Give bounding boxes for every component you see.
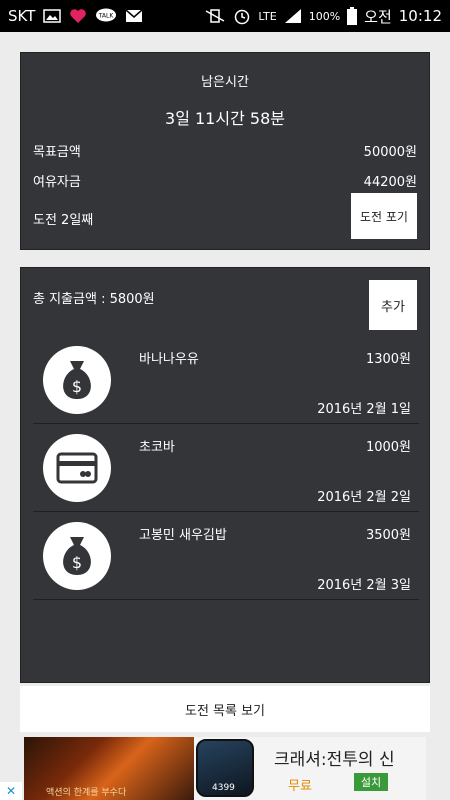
- expense-list-item[interactable]: 초코바 1000원 2016년 2월 2일: [33, 424, 419, 512]
- ad-install-button[interactable]: 설치: [354, 773, 388, 791]
- svg-text:$: $: [72, 377, 82, 396]
- expense-date: 2016년 2월 2일: [317, 490, 411, 505]
- ad-title: 크래셔:전투의 신: [274, 750, 395, 770]
- credit-card-icon: [43, 434, 111, 502]
- clock-label: 10:12: [398, 7, 442, 25]
- target-amount-label: 목표금액: [33, 145, 81, 160]
- alarm-icon: [233, 7, 251, 25]
- status-bar: SKT TALK LTE 100% 오전 10:12: [0, 0, 450, 32]
- expense-list-item[interactable]: $ 바나나우유 1300원 2016년 2월 1일: [33, 336, 419, 424]
- remaining-time-label: 남은시간: [201, 75, 249, 90]
- expense-date: 2016년 2월 1일: [317, 402, 411, 417]
- network-type-label: LTE: [258, 9, 277, 23]
- challenge-day-label: 도전 2일째: [33, 213, 94, 228]
- ad-price-label: 무료: [288, 779, 312, 794]
- spare-funds-label: 여유자금: [33, 175, 81, 190]
- challenge-summary-card: 남은시간 3일 11시간 58분 목표금액 50000원 여유자금 44200원…: [20, 52, 430, 250]
- expense-date: 2016년 2월 3일: [317, 578, 411, 593]
- expense-list-item[interactable]: $ 고봉민 새우김밥 3500원 2016년 2월 3일: [33, 512, 419, 600]
- money-bag-icon: $: [43, 522, 111, 590]
- ad-artwork-caption: 액션의 한계를 부수다: [46, 788, 127, 798]
- remaining-time-value: 3일 11시간 58분: [165, 109, 285, 128]
- total-spent-label: 총 지출금액 : 5800원: [33, 292, 155, 307]
- carrier-label: SKT: [8, 7, 36, 25]
- expense-name: 고봉민 새우김밥: [139, 528, 227, 543]
- expense-name: 바나나우유: [139, 352, 199, 367]
- ad-artwork-image: 액션의 한계를 부수다: [24, 737, 194, 800]
- target-amount-value: 50000원: [363, 145, 417, 160]
- mail-notification-icon: [125, 9, 143, 23]
- ad-banner[interactable]: 액션의 한계를 부수다 4399 크래셔:전투의 신 무료 설치: [24, 737, 426, 800]
- ad-close-icon[interactable]: ✕: [0, 782, 22, 800]
- target-amount-row: 목표금액 50000원: [33, 141, 417, 160]
- ad-app-icon: 4399: [196, 739, 254, 797]
- vibrate-mute-icon: [204, 8, 226, 24]
- ampm-label: 오전: [364, 7, 392, 26]
- talk-notification-icon: TALK: [95, 8, 117, 24]
- expense-name: 초코바: [139, 440, 175, 455]
- view-challenge-list-button[interactable]: 도전 목록 보기: [20, 686, 430, 732]
- svg-text:TALK: TALK: [98, 13, 115, 20]
- expense-amount: 1000원: [365, 440, 411, 455]
- expense-amount: 1300원: [365, 352, 411, 367]
- give-up-challenge-button[interactable]: 도전 포기: [351, 193, 417, 239]
- spare-funds-value: 44200원: [363, 175, 417, 190]
- signal-icon: [284, 8, 302, 24]
- spending-list-card: 총 지출금액 : 5800원 추가 $ 바나나우유 1300원 2016년 2월…: [20, 267, 430, 683]
- svg-text:$: $: [72, 553, 82, 572]
- battery-icon: [347, 7, 358, 25]
- heart-notification-icon: [69, 8, 87, 24]
- gallery-notification-icon: [43, 9, 62, 23]
- spare-funds-row: 여유자금 44200원: [33, 171, 417, 190]
- add-expense-button[interactable]: 추가: [369, 280, 417, 330]
- ad-app-badge: 4399: [212, 783, 235, 793]
- battery-percent-label: 100%: [308, 9, 341, 23]
- expense-amount: 3500원: [365, 528, 411, 543]
- money-bag-icon: $: [43, 346, 111, 414]
- expense-list: $ 바나나우유 1300원 2016년 2월 1일 초코바 1000원 2016…: [33, 336, 419, 600]
